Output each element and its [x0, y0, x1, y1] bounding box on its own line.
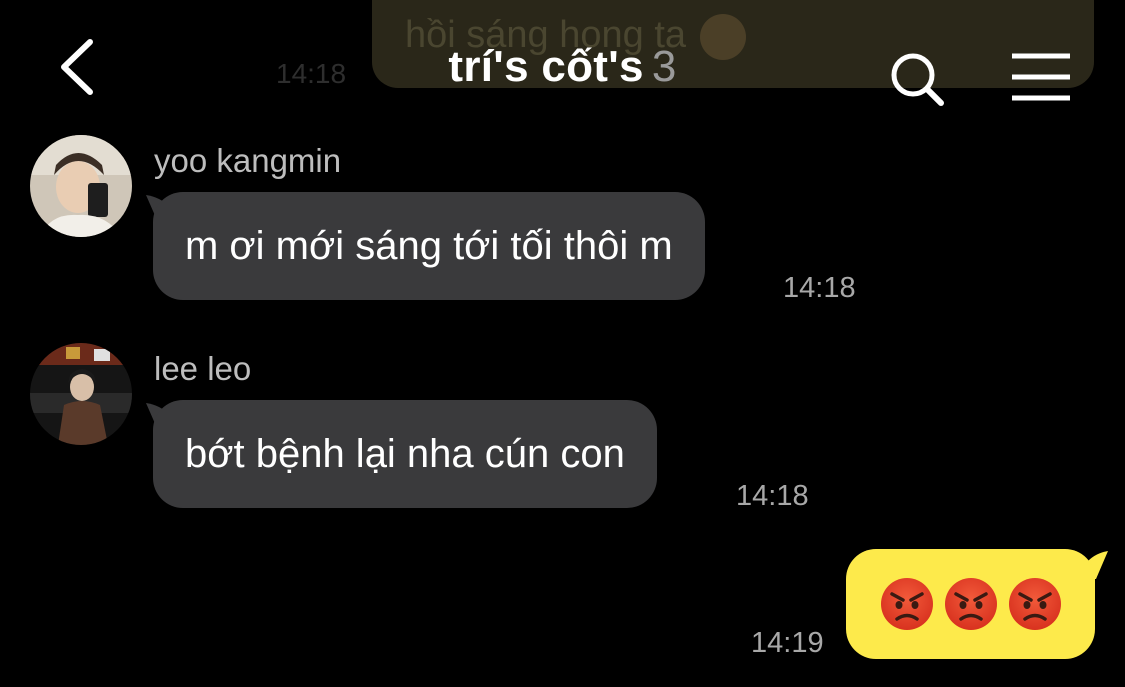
sender-name: yoo kangmin: [154, 142, 342, 179]
avatar-lee-leo[interactable]: [30, 343, 132, 445]
angry-face-emoji-icon: [1008, 578, 1061, 630]
outgoing-message-bubble[interactable]: [846, 549, 1095, 659]
avatar-yoo-kangmin[interactable]: [30, 135, 132, 237]
member-count: 3: [651, 42, 677, 91]
menu-button[interactable]: [1010, 52, 1072, 102]
search-button[interactable]: [888, 50, 948, 110]
search-icon: [891, 53, 944, 106]
profile-photo: [30, 343, 132, 445]
angry-face-emoji-icon: [880, 578, 933, 630]
hamburger-menu-icon: [1012, 53, 1070, 101]
chat-title: trí's cốt's 3: [0, 42, 1125, 92]
message-text: bớt bệnh lại nha cún con: [185, 432, 625, 476]
message-time: 14:18: [736, 480, 809, 512]
message-time: 14:19: [751, 627, 824, 659]
message-bubble[interactable]: bớt bệnh lại nha cún con: [153, 400, 657, 508]
angry-face-emoji-icon: [944, 578, 997, 630]
sender-name: lee leo: [154, 350, 252, 387]
message-bubble[interactable]: m ơi mới sáng tới tối thôi m: [153, 192, 705, 300]
profile-photo: [30, 135, 132, 237]
message-text: m ơi mới sáng tới tối thôi m: [185, 224, 673, 268]
chat-name: trí's cốt's: [448, 42, 644, 91]
message-time: 14:18: [783, 272, 856, 304]
